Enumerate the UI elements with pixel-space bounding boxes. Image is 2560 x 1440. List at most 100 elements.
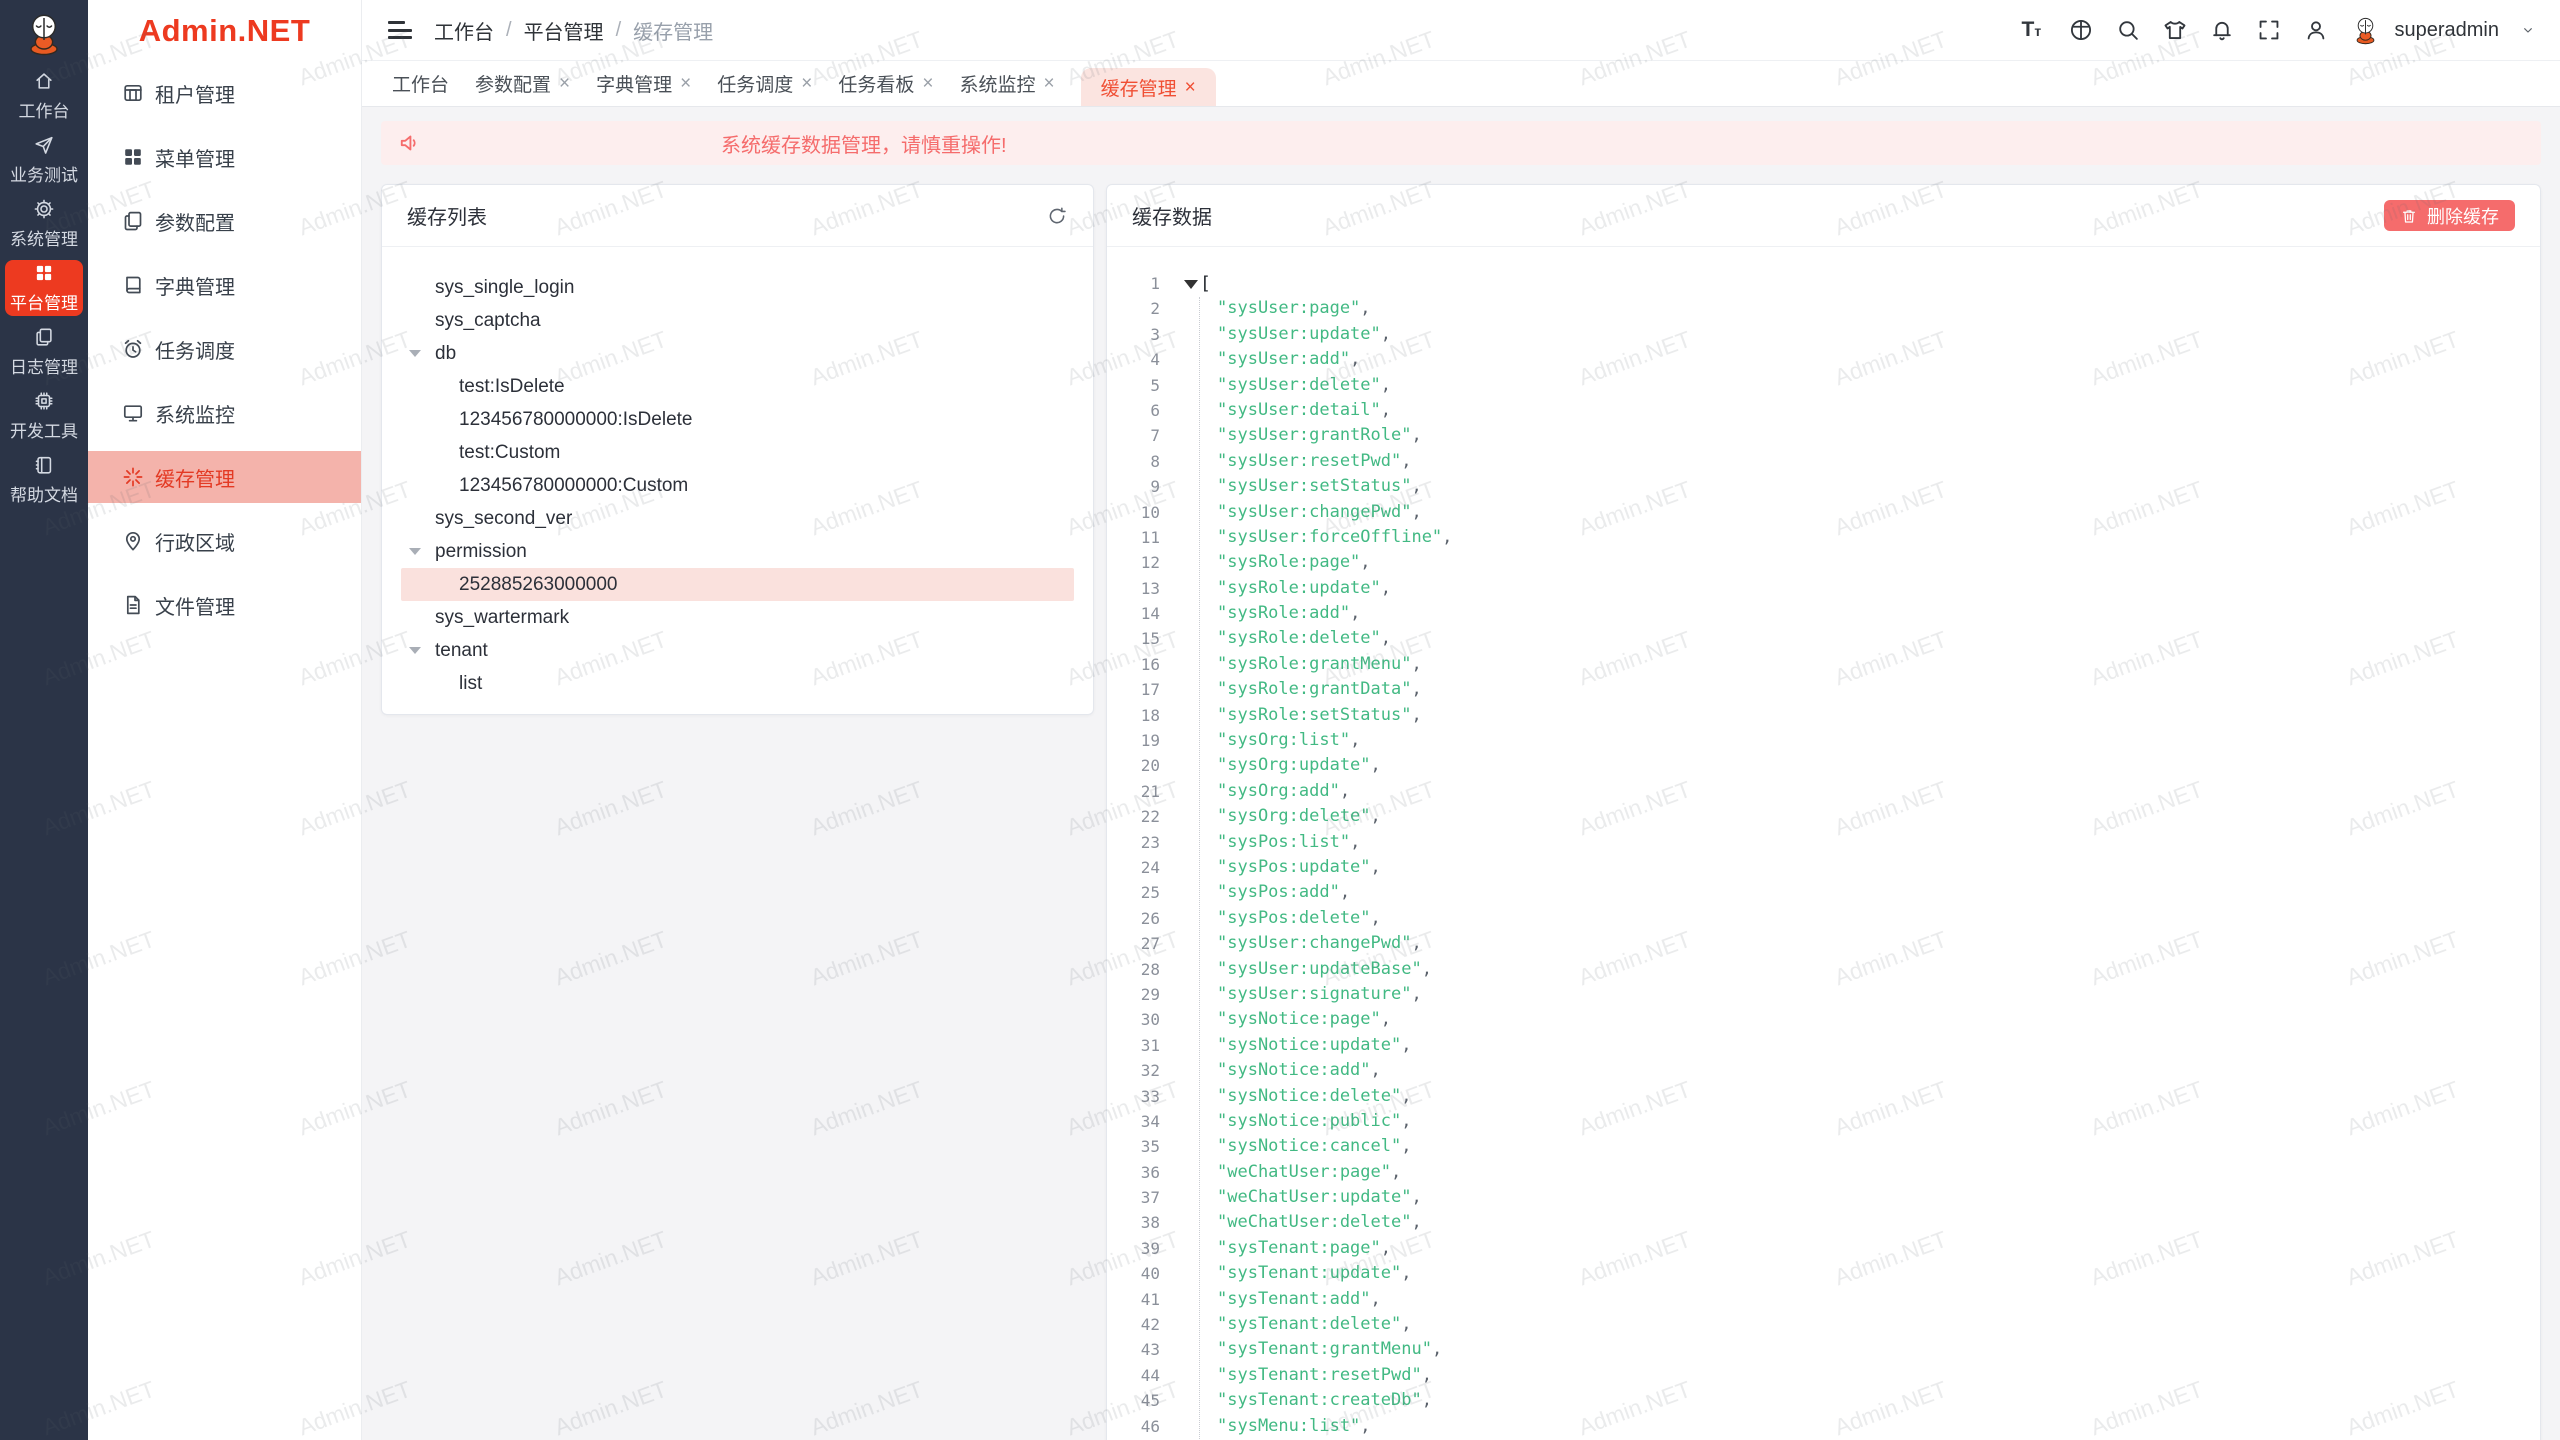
sidebar-item-参数配置[interactable]: 参数配置: [88, 195, 361, 247]
rail-item-系统管理[interactable]: 系统管理: [5, 196, 83, 252]
tree-node-tenant[interactable]: tenant: [401, 634, 1074, 667]
sidebar-item-label: 参数配置: [155, 207, 235, 236]
tree-node-test:Custom[interactable]: test:Custom: [401, 436, 1074, 469]
tree-expand-caret-icon[interactable]: [409, 347, 435, 360]
refresh-icon[interactable]: [1046, 205, 1068, 227]
line-number: 40: [1107, 1261, 1160, 1286]
tree-node-sys_single_login[interactable]: sys_single_login: [401, 271, 1074, 304]
breadcrumb-item[interactable]: 平台管理: [524, 16, 604, 45]
tab-任务调度[interactable]: 任务调度×: [717, 70, 812, 97]
tree-node-123456780000000:IsDelete[interactable]: 123456780000000:IsDelete: [401, 403, 1074, 436]
tree-node-sys_second_ver[interactable]: sys_second_ver: [401, 502, 1074, 535]
tab-close-icon[interactable]: ×: [680, 74, 691, 93]
code-line: 46"sysMenu:list",: [1107, 1414, 2540, 1439]
code-line: 43"sysTenant:grantMenu",: [1107, 1337, 2540, 1362]
tree-node-test:IsDelete[interactable]: test:IsDelete: [401, 370, 1074, 403]
rail-item-工作台[interactable]: 工作台: [5, 68, 83, 124]
line-number: 32: [1107, 1058, 1160, 1083]
code-line: 44"sysTenant:resetPwd",: [1107, 1363, 2540, 1388]
tree-expand-caret-icon[interactable]: [409, 644, 435, 657]
tab-close-icon[interactable]: ×: [1185, 78, 1196, 97]
search-icon[interactable]: [2115, 17, 2141, 43]
breadcrumb-item: 缓存管理: [633, 16, 713, 45]
sidebar-item-行政区域[interactable]: 行政区域: [88, 515, 361, 567]
sidebar-item-租户管理[interactable]: 租户管理: [88, 67, 361, 119]
username[interactable]: superadmin: [2394, 19, 2499, 42]
tree-node-label: 123456780000000:Custom: [459, 475, 688, 497]
breadcrumb-item[interactable]: 工作台: [434, 16, 494, 45]
tab-close-icon[interactable]: ×: [559, 74, 570, 93]
code-line: 24"sysPos:update",: [1107, 855, 2540, 880]
code-line: 37"weChatUser:update",: [1107, 1185, 2540, 1210]
rail-item-开发工具[interactable]: 开发工具: [5, 388, 83, 444]
line-number: 3: [1107, 322, 1160, 347]
code-line: 42"sysTenant:delete",: [1107, 1312, 2540, 1337]
tab-任务看板[interactable]: 任务看板×: [838, 70, 933, 97]
json-string-value: "sysTenant:grantMenu",: [1217, 1337, 1442, 1362]
line-number: 16: [1107, 652, 1160, 677]
copy-icon: [33, 326, 55, 348]
rail-item-label: 帮助文档: [10, 481, 78, 506]
json-string-value: "sysOrg:update",: [1217, 753, 1381, 778]
tree-node-label: sys_single_login: [435, 277, 574, 299]
topbar-actions: Tт superadmin: [2021, 15, 2536, 46]
tree-node-123456780000000:Custom[interactable]: 123456780000000:Custom: [401, 469, 1074, 502]
sidebar-item-系统监控[interactable]: 系统监控: [88, 387, 361, 439]
sidebar-item-label: 字典管理: [155, 271, 235, 300]
tab-close-icon[interactable]: ×: [1044, 74, 1055, 93]
sidebar-item-任务调度[interactable]: 任务调度: [88, 323, 361, 375]
rail-item-日志管理[interactable]: 日志管理: [5, 324, 83, 380]
rail-item-label: 业务测试: [10, 161, 78, 186]
sidebar-item-字典管理[interactable]: 字典管理: [88, 259, 361, 311]
tab-close-icon[interactable]: ×: [922, 74, 933, 93]
sidebar-item-文件管理[interactable]: 文件管理: [88, 579, 361, 631]
tab-工作台[interactable]: 工作台: [392, 70, 449, 97]
notification-icon[interactable]: [2209, 17, 2235, 43]
theme-icon[interactable]: [2162, 17, 2188, 43]
language-icon[interactable]: [2068, 17, 2094, 43]
sidebar-item-菜单管理[interactable]: 菜单管理: [88, 131, 361, 183]
line-number: 20: [1107, 753, 1160, 778]
profile-icon[interactable]: [2303, 17, 2329, 43]
rail-item-业务测试[interactable]: 业务测试: [5, 132, 83, 188]
line-number: 22: [1107, 804, 1160, 829]
json-collapse-caret-icon[interactable]: [1184, 280, 1198, 296]
line-number: 44: [1107, 1363, 1160, 1388]
tab-缓存管理[interactable]: 缓存管理 ×: [1081, 68, 1216, 106]
avatar[interactable]: [2350, 15, 2381, 46]
json-string-value: "sysUser:forceOffline",: [1217, 525, 1452, 550]
json-viewer[interactable]: 1[2"sysUser:page",3"sysUser:update",4"sy…: [1107, 247, 2540, 1440]
collapse-menu-icon[interactable]: [388, 21, 412, 39]
tree-node-252885263000000[interactable]: 252885263000000: [401, 568, 1074, 601]
font-size-icon[interactable]: Tт: [2021, 17, 2047, 43]
cache-tree: sys_single_login sys_captchadb test:IsDele…: [382, 247, 1093, 700]
tree-node-permission[interactable]: permission: [401, 535, 1074, 568]
tab-参数配置[interactable]: 参数配置×: [475, 70, 570, 97]
sidebar-item-缓存管理[interactable]: 缓存管理: [88, 451, 361, 503]
delete-cache-button[interactable]: 删除缓存: [2384, 200, 2515, 231]
tree-node-label: test:IsDelete: [459, 376, 565, 398]
rail-item-平台管理[interactable]: 平台管理: [5, 260, 83, 316]
tree-node-sys_wartermark[interactable]: sys_wartermark: [401, 601, 1074, 634]
tree-expand-caret-icon[interactable]: [409, 545, 435, 558]
json-string-value: "sysUser:signature",: [1217, 982, 1422, 1007]
tab-label: 缓存管理: [1101, 74, 1177, 101]
rail-item-帮助文档[interactable]: 帮助文档: [5, 452, 83, 508]
code-line: 21"sysOrg:add",: [1107, 779, 2540, 804]
code-line: 12"sysRole:page",: [1107, 550, 2540, 575]
tree-node-db[interactable]: db: [401, 337, 1074, 370]
line-number: 19: [1107, 728, 1160, 753]
tab-close-icon[interactable]: ×: [801, 74, 812, 93]
line-number: 6: [1107, 398, 1160, 423]
tab-系统监控[interactable]: 系统监控×: [960, 70, 1055, 97]
tree-node-sys_captcha[interactable]: sys_captcha: [401, 304, 1074, 337]
file-icon: [121, 593, 145, 617]
fullscreen-icon[interactable]: [2256, 17, 2282, 43]
main-column: 工作台/平台管理/缓存管理 Tт superadmin 工作台参数配置×字典管理…: [362, 0, 2560, 1440]
tab-字典管理[interactable]: 字典管理×: [596, 70, 691, 97]
sidebar-item-label: 任务调度: [155, 335, 235, 364]
code-line: 1[: [1107, 271, 2540, 296]
tree-node-list[interactable]: list: [401, 667, 1074, 700]
app-logo[interactable]: [0, 0, 88, 62]
chevron-down-icon[interactable]: [2520, 22, 2536, 38]
